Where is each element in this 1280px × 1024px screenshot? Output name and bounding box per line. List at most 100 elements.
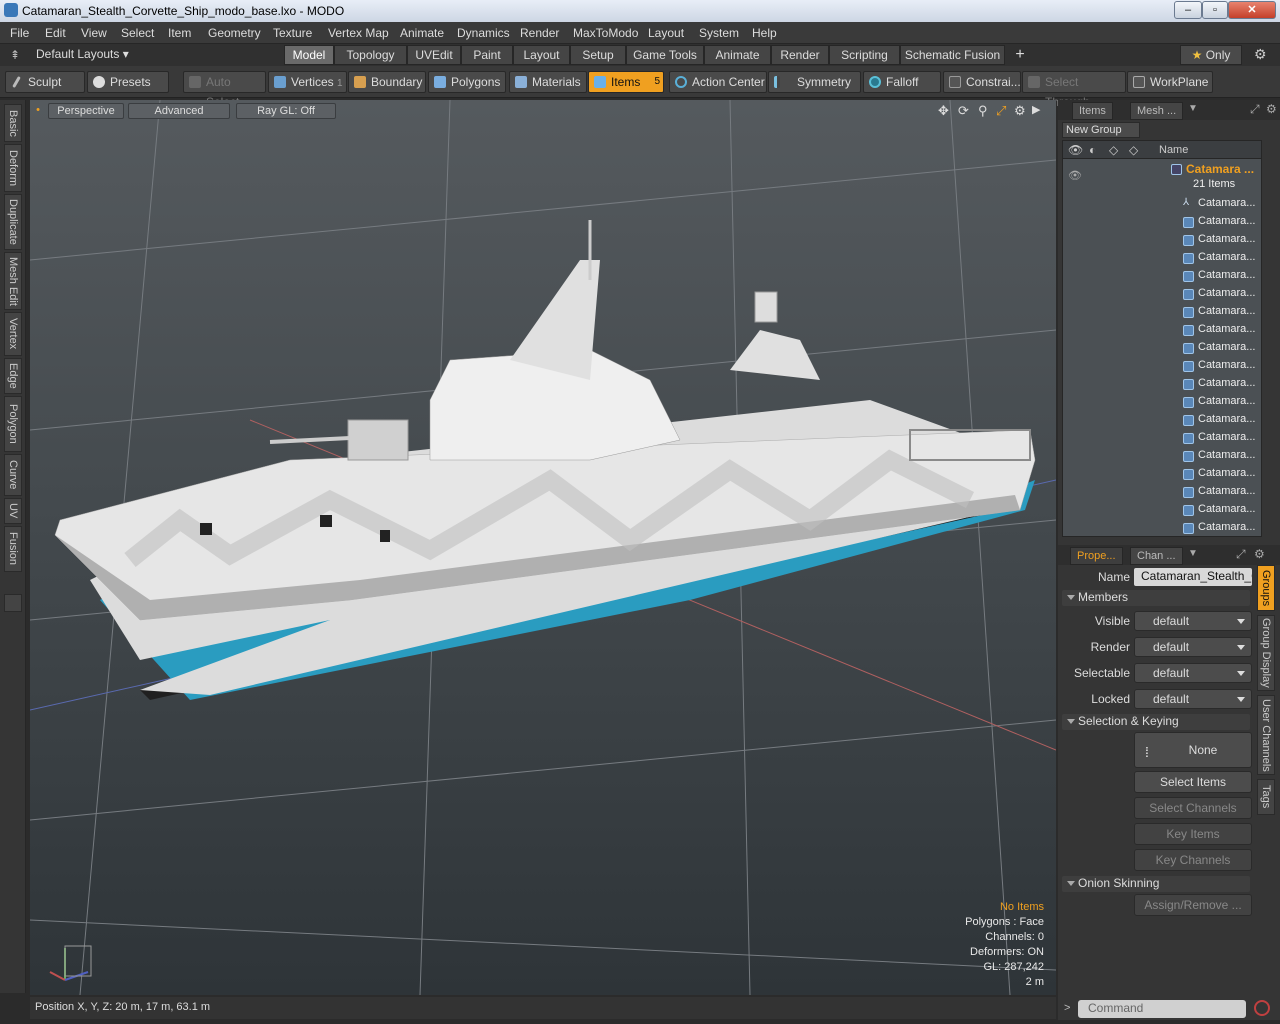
sculpt-button[interactable]: Sculpt <box>5 71 85 93</box>
tab-game-tools[interactable]: Game Tools <box>626 45 704 65</box>
list-item[interactable]: Catamara... <box>1063 213 1261 231</box>
tab-edge[interactable]: Edge <box>4 358 22 394</box>
tabs-dropdown-icon[interactable]: ▼ <box>1188 103 1198 114</box>
tab-paint[interactable]: Paint <box>461 45 513 65</box>
group-visibility-icon[interactable]: 👁 <box>1068 169 1082 182</box>
prop-tabs-dropdown-icon[interactable]: ▼ <box>1188 548 1198 559</box>
menu-file[interactable]: File <box>10 26 29 40</box>
zoom-view-icon[interactable]: ⚲ <box>978 103 988 119</box>
menu-render[interactable]: Render <box>520 26 559 40</box>
default-layouts-dropdown[interactable]: Default Layouts ▾ <box>36 47 129 61</box>
falloff-button[interactable]: Falloff <box>863 71 941 93</box>
items-button[interactable]: Items 5 <box>588 71 664 93</box>
menu-maxtomodo[interactable]: MaxToModo <box>573 26 638 40</box>
tab-scripting[interactable]: Scripting <box>829 45 900 65</box>
auto-select-button[interactable]: Auto Select <box>183 71 266 109</box>
tab-properties[interactable]: Prope... <box>1070 547 1123 565</box>
select-items-button[interactable]: Select Items <box>1134 771 1252 793</box>
tab-channels[interactable]: Chan ... <box>1130 547 1183 565</box>
tab-model[interactable]: Model <box>284 45 334 65</box>
locked-dropdown[interactable]: default <box>1134 689 1252 709</box>
boundary-button[interactable]: Boundary <box>348 71 426 93</box>
command-input[interactable]: Command <box>1078 1000 1246 1018</box>
lock-column-icon[interactable]: ◐ <box>1089 143 1096 157</box>
group-row[interactable]: 👁 Catamara ... 21 Items <box>1063 161 1261 193</box>
vtab-tags[interactable]: Tags <box>1257 779 1275 815</box>
menu-animate[interactable]: Animate <box>400 26 444 40</box>
selection-keying-section[interactable]: Selection & Keying <box>1062 714 1250 730</box>
close-button[interactable]: ✕ <box>1228 1 1276 19</box>
polygons-button[interactable]: Polygons <box>428 71 506 93</box>
tab-basic[interactable]: Basic <box>4 104 22 142</box>
key-items-button[interactable]: Key Items <box>1134 823 1252 845</box>
3d-viewport[interactable]: • Perspective Advanced Ray GL: Off ✥ ⟳ ⚲… <box>30 100 1056 995</box>
list-item[interactable]: Catamara... <box>1063 519 1261 536</box>
list-item[interactable]: Catamara... <box>1063 285 1261 303</box>
workplane-button[interactable]: WorkPlane <box>1127 71 1213 93</box>
menu-view[interactable]: View <box>81 26 107 40</box>
onion-skinning-section[interactable]: Onion Skinning <box>1062 876 1250 892</box>
tab-mesh[interactable]: Mesh ... <box>1130 102 1184 120</box>
list-item[interactable]: Catamara... <box>1063 303 1261 321</box>
record-macro-icon[interactable] <box>1254 1000 1270 1016</box>
prop-gear-icon[interactable]: ⚙ <box>1254 547 1265 561</box>
assign-remove-button[interactable]: Assign/Remove ... <box>1134 894 1252 916</box>
selectable-dropdown[interactable]: default <box>1134 663 1252 683</box>
menu-geometry[interactable]: Geometry <box>208 26 261 40</box>
tab-render[interactable]: Render <box>771 45 829 65</box>
list-item[interactable]: Catamara... <box>1063 267 1261 285</box>
menu-item[interactable]: Item <box>168 26 191 40</box>
tab-uv[interactable]: UV <box>4 498 22 524</box>
tab-layout[interactable]: Layout <box>513 45 570 65</box>
menu-vertex-map[interactable]: Vertex Map <box>328 26 389 40</box>
visibility-column-icon[interactable]: 👁 <box>1068 143 1083 157</box>
list-item[interactable]: Catamara... <box>1063 231 1261 249</box>
list-item[interactable]: Catamara... <box>1063 483 1261 501</box>
action-center-button[interactable]: Action Center <box>669 71 767 93</box>
tab-setup[interactable]: Setup <box>570 45 626 65</box>
presets-button[interactable]: Presets <box>87 71 169 93</box>
minimize-button[interactable]: – <box>1174 1 1202 19</box>
visible-dropdown[interactable]: default <box>1134 611 1252 631</box>
tab-extra[interactable] <box>4 594 22 612</box>
list-item[interactable]: Catamara... <box>1063 465 1261 483</box>
menu-texture[interactable]: Texture <box>273 26 312 40</box>
select-through-button[interactable]: Select Through <box>1022 71 1126 109</box>
menu-help[interactable]: Help <box>752 26 777 40</box>
viewport-dot-icon[interactable]: • <box>34 103 42 119</box>
perspective-dropdown[interactable]: Perspective <box>48 103 124 119</box>
render-column-icon[interactable]: ◇ <box>1109 143 1118 157</box>
list-item[interactable]: Catamara... <box>1063 501 1261 519</box>
tab-duplicate[interactable]: Duplicate <box>4 194 22 250</box>
list-item[interactable]: Catamara... <box>1063 339 1261 357</box>
viewport-settings-icon[interactable]: ⚙ <box>1014 103 1026 119</box>
tab-schematic-fusion[interactable]: Schematic Fusion <box>900 45 1005 65</box>
list-item[interactable]: Catamara... <box>1063 393 1261 411</box>
menu-dynamics[interactable]: Dynamics <box>457 26 510 40</box>
layout-arrow-icon[interactable]: ⇞ <box>10 48 20 62</box>
only-button[interactable]: ★ Only <box>1180 45 1242 65</box>
tab-items[interactable]: Items <box>1072 102 1113 120</box>
list-item[interactable]: Catamara... <box>1063 321 1261 339</box>
menu-edit[interactable]: Edit <box>45 26 66 40</box>
prop-expand-icon[interactable]: ⤢ <box>1236 547 1246 562</box>
vtab-groups[interactable]: Groups <box>1257 565 1275 611</box>
tab-uvedit[interactable]: UVEdit <box>407 45 461 65</box>
list-item[interactable]: Catamara... <box>1063 429 1261 447</box>
list-item[interactable]: Catamara... <box>1063 447 1261 465</box>
menu-system[interactable]: System <box>699 26 739 40</box>
raygl-toggle[interactable]: Ray GL: Off <box>236 103 336 119</box>
select-column-icon[interactable]: ◇ <box>1129 143 1138 157</box>
tab-polygon[interactable]: Polygon <box>4 396 22 452</box>
select-channels-button[interactable]: Select Channels <box>1134 797 1252 819</box>
list-item[interactable]: Catamara... <box>1063 249 1261 267</box>
materials-button[interactable]: Materials <box>509 71 587 93</box>
constraints-button[interactable]: Constrai... <box>943 71 1021 93</box>
tab-mesh-edit[interactable]: Mesh Edit <box>4 252 22 310</box>
rotate-view-icon[interactable]: ⟳ <box>958 103 969 119</box>
shading-dropdown[interactable]: Advanced <box>128 103 230 119</box>
vtab-user-channels[interactable]: User Channels <box>1257 695 1275 775</box>
list-item[interactable]: Catamara... <box>1063 375 1261 393</box>
tab-deform[interactable]: Deform <box>4 144 22 192</box>
panel-gear-icon[interactable]: ⚙ <box>1266 102 1277 116</box>
